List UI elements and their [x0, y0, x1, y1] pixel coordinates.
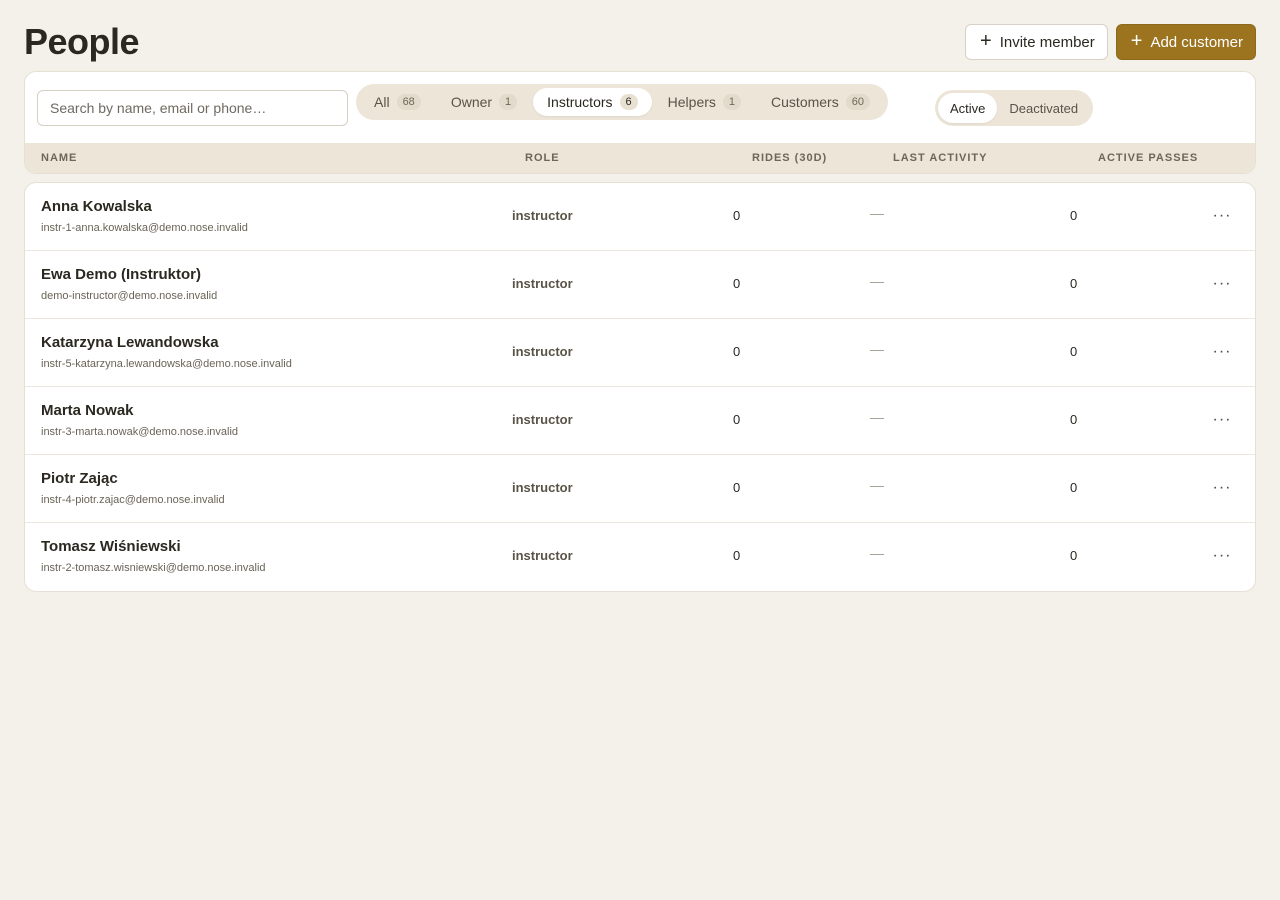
tab-customers[interactable]: Customers 60: [757, 88, 884, 116]
more-options-icon[interactable]: ···: [1209, 271, 1235, 297]
column-header-name[interactable]: NAME: [41, 152, 77, 164]
column-header-rides[interactable]: RIDES (30D): [752, 152, 827, 164]
person-role: instructor: [512, 344, 573, 359]
person-name[interactable]: Piotr Zając: [41, 470, 118, 487]
person-email: instr-1-anna.kowalska@demo.nose.invalid: [41, 222, 248, 234]
tab-all[interactable]: All 68: [360, 88, 435, 116]
tab-label: Owner: [450, 94, 493, 110]
more-options-icon[interactable]: ···: [1209, 475, 1235, 501]
status-deactivated[interactable]: Deactivated: [997, 93, 1090, 123]
tab-owner[interactable]: Owner 1: [437, 88, 531, 116]
active-passes-count: 0: [1070, 548, 1078, 563]
rides-count: 0: [733, 344, 741, 359]
filter-card: All 68 Owner 1 Instructors 6 Helpers 1 Customers…: [24, 71, 1256, 174]
tab-count-badge: 68: [396, 94, 421, 110]
rides-count: 0: [733, 412, 741, 427]
tab-label: All: [374, 94, 390, 110]
last-activity: —: [870, 477, 884, 493]
page-title: People: [24, 21, 140, 62]
invite-member-label: Invite member: [999, 33, 1095, 51]
more-options-icon[interactable]: ···: [1209, 339, 1235, 365]
table-row[interactable]: Marta Nowak instr-3-marta.nowak@demo.nose…: [25, 387, 1255, 455]
active-passes-count: 0: [1070, 208, 1078, 223]
active-passes-count: 0: [1070, 344, 1078, 359]
rides-count: 0: [733, 480, 741, 495]
table-row[interactable]: Tomasz Wiśniewski instr-2-tomasz.wisniews…: [25, 523, 1255, 591]
header-actions: + Invite member + Add customer: [965, 24, 1256, 60]
table-header: NAME ROLE RIDES (30D) LAST ACTIVITY ACTI…: [25, 143, 1255, 173]
rides-count: 0: [733, 208, 741, 223]
person-role: instructor: [512, 276, 573, 291]
person-email: instr-3-marta.nowak@demo.nose.invalid: [41, 426, 239, 438]
more-options-icon[interactable]: ···: [1209, 203, 1235, 229]
person-email: instr-5-katarzyna.lewandowska@demo.nose.…: [41, 358, 292, 370]
invite-member-button[interactable]: + Invite member: [965, 24, 1108, 60]
person-role: instructor: [512, 412, 573, 427]
person-email: instr-2-tomasz.wisniewski@demo.nose.inva…: [41, 562, 266, 574]
table-row[interactable]: Katarzyna Lewandowska instr-5-katarzyna.l…: [25, 319, 1255, 387]
table-row[interactable]: Ewa Demo (Instruktor) demo-instructor@dem…: [25, 251, 1255, 319]
tab-count-badge: 1: [499, 94, 518, 110]
tab-label: Customers: [771, 94, 839, 110]
column-header-role[interactable]: ROLE: [525, 152, 560, 164]
active-passes-count: 0: [1070, 412, 1078, 427]
column-header-last-activity[interactable]: LAST ACTIVITY: [893, 152, 987, 164]
search-input[interactable]: [37, 90, 348, 126]
rides-count: 0: [733, 276, 741, 291]
person-name[interactable]: Tomasz Wiśniewski: [41, 538, 181, 555]
tab-count-badge: 6: [619, 94, 638, 110]
add-customer-button[interactable]: + Add customer: [1115, 24, 1256, 60]
person-name[interactable]: Marta Nowak: [41, 402, 134, 419]
column-header-active-passes[interactable]: ACTIVE PASSES: [1098, 152, 1198, 164]
last-activity: —: [870, 409, 884, 425]
plus-icon: +: [1130, 30, 1143, 52]
more-options-icon[interactable]: ···: [1209, 543, 1235, 569]
add-customer-label: Add customer: [1150, 33, 1243, 51]
more-options-icon[interactable]: ···: [1209, 407, 1235, 433]
last-activity: —: [870, 205, 884, 221]
role-tabs: All 68 Owner 1 Instructors 6 Helpers 1 Customers…: [356, 84, 888, 120]
table-row[interactable]: Piotr Zając instr-4-piotr.zajac@demo.nose…: [25, 455, 1255, 523]
tab-label: Helpers: [667, 94, 716, 110]
table-row[interactable]: Anna Kowalska instr-1-anna.kowalska@demo.…: [25, 183, 1255, 251]
active-passes-count: 0: [1070, 480, 1078, 495]
person-name[interactable]: Ewa Demo (Instruktor): [41, 266, 201, 283]
rides-count: 0: [733, 548, 741, 563]
person-name[interactable]: Anna Kowalska: [41, 198, 152, 215]
tab-count-badge: 1: [722, 94, 742, 110]
tab-count-badge: 60: [845, 94, 870, 110]
people-table: Anna Kowalska instr-1-anna.kowalska@demo.…: [24, 182, 1256, 592]
active-passes-count: 0: [1070, 276, 1078, 291]
tab-label: Instructors: [547, 94, 613, 110]
person-role: instructor: [512, 480, 573, 495]
tab-helpers[interactable]: Helpers 1: [654, 88, 755, 116]
status-active[interactable]: Active: [938, 93, 998, 123]
person-email: demo-instructor@demo.nose.invalid: [41, 290, 218, 302]
last-activity: —: [870, 545, 884, 561]
last-activity: —: [870, 341, 884, 357]
person-role: instructor: [512, 548, 573, 563]
status-toggle: Active Deactivated: [935, 90, 1094, 126]
person-name[interactable]: Katarzyna Lewandowska: [41, 334, 219, 351]
tab-instructors[interactable]: Instructors 6: [533, 88, 652, 116]
plus-icon: +: [980, 30, 992, 52]
person-role: instructor: [512, 208, 573, 223]
last-activity: —: [870, 273, 884, 289]
person-email: instr-4-piotr.zajac@demo.nose.invalid: [41, 494, 225, 506]
